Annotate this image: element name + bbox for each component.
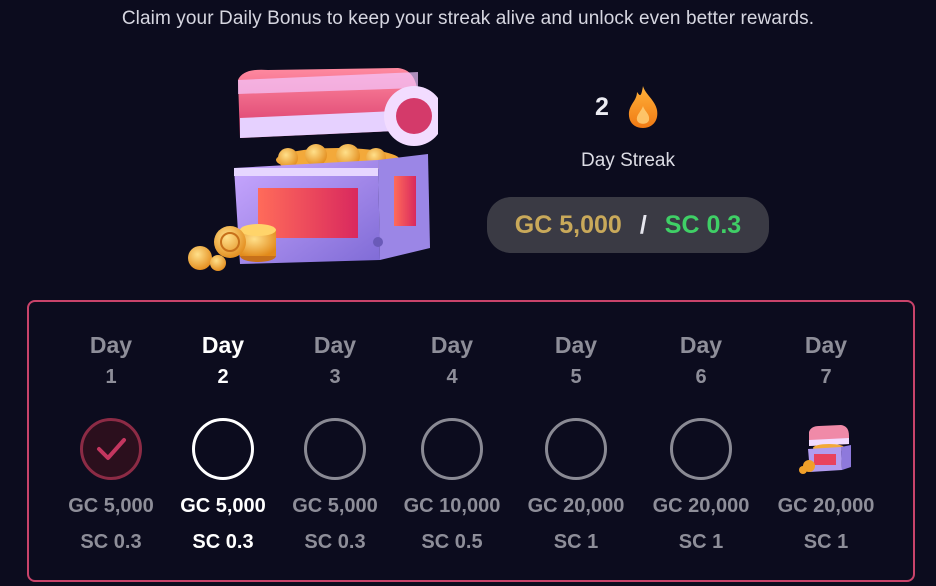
day-number: 5 xyxy=(570,366,582,388)
day-claimed-status xyxy=(80,418,142,480)
day-sc-reward: SC 0.3 xyxy=(192,531,254,553)
day-locked-status xyxy=(545,418,607,480)
day-locked-status xyxy=(304,418,366,480)
day-label: Day xyxy=(89,332,133,358)
day-locked-status xyxy=(670,418,732,480)
day-sc-reward: SC 0.3 xyxy=(80,531,142,553)
flame-icon xyxy=(628,86,658,128)
day-gc-reward: GC 10,000 xyxy=(403,495,501,517)
reward-separator: / xyxy=(639,210,647,239)
day-label: Day xyxy=(201,332,245,358)
day-sc-reward: SC 0.3 xyxy=(304,531,366,553)
daily-rewards-panel: Day 1 GC 5,000 SC 0.3 Day 2 GC 5,000 SC … xyxy=(27,300,915,582)
day-sc-reward: SC 1 xyxy=(553,531,599,553)
reward-sc: SC 0.3 xyxy=(664,210,742,239)
claim-circle-button[interactable] xyxy=(192,418,254,480)
day-locked-status xyxy=(421,418,483,480)
day-label: Day xyxy=(313,332,357,358)
day-label: Day xyxy=(430,332,474,358)
day-label: Day xyxy=(554,332,598,358)
day-number: 7 xyxy=(820,366,832,388)
day-sc-reward: SC 1 xyxy=(803,531,849,553)
reward-gc: GC 5,000 xyxy=(514,210,622,239)
day-number: 6 xyxy=(695,366,707,388)
treasure-chest-icon xyxy=(799,425,851,474)
streak-label: Day Streak xyxy=(581,150,675,171)
checkmark-icon xyxy=(97,438,126,460)
day-label: Day xyxy=(804,332,848,358)
day-sc-reward: SC 1 xyxy=(678,531,724,553)
day-sc-reward: SC 0.5 xyxy=(421,531,483,553)
day-number: 3 xyxy=(329,366,341,388)
page-subtitle: Claim your Daily Bonus to keep your stre… xyxy=(121,8,815,29)
day-number: 4 xyxy=(446,366,458,388)
day-label: Day xyxy=(679,332,723,358)
day-gc-reward: GC 5,000 xyxy=(292,495,378,517)
day-number: 1 xyxy=(105,366,117,388)
current-reward-pill: GC 5,000 / SC 0.3 xyxy=(487,197,769,253)
streak-count: 2 xyxy=(595,92,609,121)
daily-bonus-page: Claim your Daily Bonus to keep your stre… xyxy=(0,0,936,586)
day-number: 2 xyxy=(217,366,229,388)
day-gc-reward: GC 20,000 xyxy=(777,495,875,517)
streak-block: 2 Day Streak xyxy=(560,84,696,172)
treasure-chest-icon xyxy=(188,68,438,271)
day-gc-reward: GC 20,000 xyxy=(652,495,750,517)
day-gc-reward: GC 20,000 xyxy=(527,495,625,517)
